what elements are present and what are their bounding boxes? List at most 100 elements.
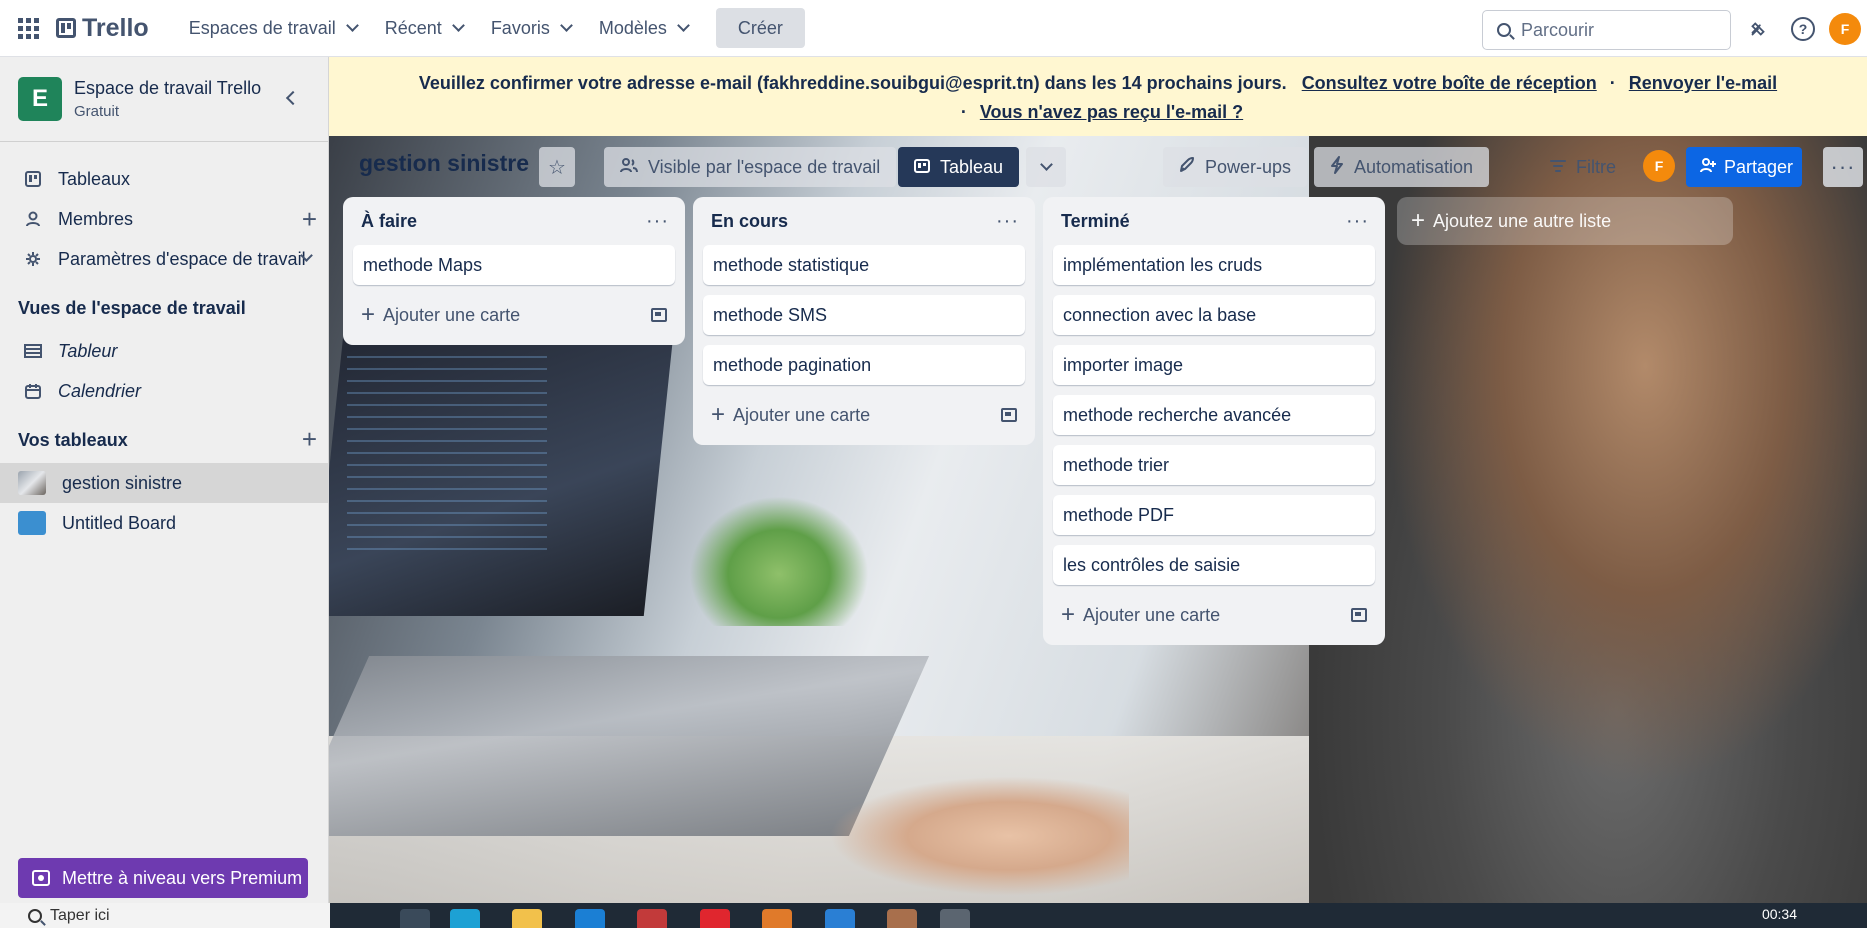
more-icon: ··· (1830, 154, 1856, 179)
share-button[interactable]: Partager (1686, 147, 1802, 187)
add-card-button[interactable]: + Ajouter une carte (1053, 595, 1375, 635)
task-view-icon[interactable] (400, 909, 430, 928)
card[interactable]: methode pagination (703, 345, 1025, 385)
add-member-icon (1700, 157, 1716, 178)
add-card-button[interactable]: + Ajouter une carte (353, 295, 675, 335)
help-icon[interactable]: ? (1791, 17, 1815, 41)
trello-logo-icon (56, 18, 76, 38)
chevron-down-icon (451, 19, 465, 32)
table-icon (24, 344, 42, 358)
sidebar-item-settings[interactable]: Paramètres d'espace de travail (0, 239, 329, 279)
visibility-label: Visible par l'espace de travail (648, 156, 881, 177)
add-board-icon[interactable]: + (302, 426, 317, 452)
calendar-icon (24, 383, 42, 399)
list-done: Terminé ··· implémentation les cruds con… (1043, 197, 1385, 645)
taskbar-search-text: Taper ici (50, 906, 110, 924)
board-member-avatar[interactable]: F (1643, 150, 1675, 182)
taskbar-search[interactable]: Taper ici (0, 903, 330, 928)
trello-logo[interactable]: Trello (56, 14, 149, 43)
card-template-icon[interactable] (1351, 608, 1367, 622)
nav-templates[interactable]: Modèles (585, 8, 702, 48)
sidebar-item-label: Membres (58, 208, 134, 229)
nav-recent-label: Récent (384, 17, 442, 38)
visibility-button[interactable]: Visible par l'espace de travail (604, 147, 897, 187)
workspace-name: Espace de travail Trello (74, 78, 262, 98)
sidebar-board-untitled[interactable]: Untitled Board (0, 503, 329, 543)
boards-section-title: Vos tableaux (18, 430, 128, 450)
card[interactable]: methode recherche avancée (1053, 395, 1375, 435)
sidebar-item-boards[interactable]: Tableaux (0, 159, 329, 199)
vscode-icon[interactable] (825, 909, 855, 928)
nav-workspaces[interactable]: Espaces de travail (175, 8, 371, 48)
list-title[interactable]: Terminé (1061, 211, 1130, 232)
board-thumbnail (18, 471, 46, 495)
sidebar-item-table-view[interactable]: Tableur (0, 331, 329, 371)
filter-icon (1550, 157, 1566, 178)
list-header[interactable]: À faire ··· (353, 197, 675, 245)
view-switcher-button[interactable] (1026, 147, 1066, 187)
card[interactable]: les contrôles de saisie (1053, 545, 1375, 585)
sidebar-board-label: Untitled Board (62, 512, 177, 533)
star-board-button[interactable]: ☆ (539, 147, 575, 187)
list-title[interactable]: En cours (711, 211, 788, 232)
app-icon[interactable] (887, 909, 917, 928)
app-icon[interactable] (637, 909, 667, 928)
gear-icon (24, 251, 42, 267)
card[interactable]: methode SMS (703, 295, 1025, 335)
nav-starred[interactable]: Favoris (477, 8, 585, 48)
sidebar-board-gestion-sinistre[interactable]: gestion sinistre (0, 463, 329, 503)
inbox-link[interactable]: Consultez votre boîte de réception (1302, 73, 1597, 93)
plus-icon: + (361, 301, 376, 328)
create-button[interactable]: Créer (715, 8, 805, 48)
app-icon[interactable] (762, 909, 792, 928)
file-explorer-icon[interactable] (512, 909, 542, 928)
nav-recent[interactable]: Récent (371, 8, 477, 48)
card[interactable]: importer image (1053, 345, 1375, 385)
sidebar-item-calendar-view[interactable]: Calendrier (0, 371, 329, 411)
card[interactable]: methode trier (1053, 445, 1375, 485)
resend-email-link[interactable]: Renvoyer l'e-mail (1629, 73, 1777, 93)
store-icon[interactable] (575, 909, 605, 928)
card[interactable]: methode Maps (353, 245, 675, 285)
board-view-button[interactable]: Tableau (898, 147, 1020, 187)
card[interactable]: methode PDF (1053, 495, 1375, 535)
opera-icon[interactable] (700, 909, 730, 928)
list-title[interactable]: À faire (361, 211, 417, 232)
browser-icon[interactable] (940, 909, 970, 928)
plus-icon: + (711, 401, 726, 428)
background-person (1309, 136, 1867, 903)
email-not-received-link[interactable]: Vous n'avez pas reçu l'e-mail ? (980, 102, 1243, 122)
list-header[interactable]: En cours ··· (703, 197, 1025, 245)
banner-separator: · (1609, 73, 1616, 93)
board-title[interactable]: gestion sinistre (359, 150, 529, 177)
card[interactable]: implémentation les cruds (1053, 245, 1375, 285)
add-card-button[interactable]: + Ajouter une carte (703, 395, 1025, 435)
filter-button[interactable]: Filtre (1534, 147, 1632, 187)
workspace-logo: E (18, 77, 62, 121)
notifications-icon[interactable] (1746, 17, 1770, 41)
user-avatar[interactable]: F (1829, 13, 1861, 45)
card[interactable]: methode statistique (703, 245, 1025, 285)
top-header: Trello Espaces de travail Récent Favoris… (0, 0, 1867, 57)
board-view-label: Tableau (940, 156, 1004, 177)
lightning-icon (1330, 155, 1344, 179)
list-menu-icon[interactable]: ··· (996, 210, 1019, 233)
sidebar-item-members[interactable]: Membres + (0, 199, 329, 239)
card-template-icon[interactable] (651, 308, 667, 322)
nav-starred-label: Favoris (490, 17, 550, 38)
add-list-button[interactable]: + Ajoutez une autre liste (1397, 197, 1733, 245)
app-switcher-icon[interactable] (14, 14, 42, 42)
upgrade-premium-button[interactable]: Mettre à niveau vers Premium (18, 858, 308, 898)
board-menu-button[interactable]: ··· (1823, 147, 1863, 187)
powerups-button[interactable]: Power-ups (1163, 147, 1308, 187)
search-input[interactable]: Parcourir (1482, 10, 1731, 50)
list-menu-icon[interactable]: ··· (1346, 210, 1369, 233)
automation-button[interactable]: Automatisation (1314, 147, 1490, 187)
add-member-icon[interactable]: + (302, 206, 317, 232)
list-header[interactable]: Terminé ··· (1053, 197, 1375, 245)
list-menu-icon[interactable]: ··· (646, 210, 669, 233)
edge-icon[interactable] (450, 909, 480, 928)
collapse-sidebar-icon[interactable] (285, 90, 301, 106)
card[interactable]: connection avec la base (1053, 295, 1375, 335)
card-template-icon[interactable] (1001, 408, 1017, 422)
